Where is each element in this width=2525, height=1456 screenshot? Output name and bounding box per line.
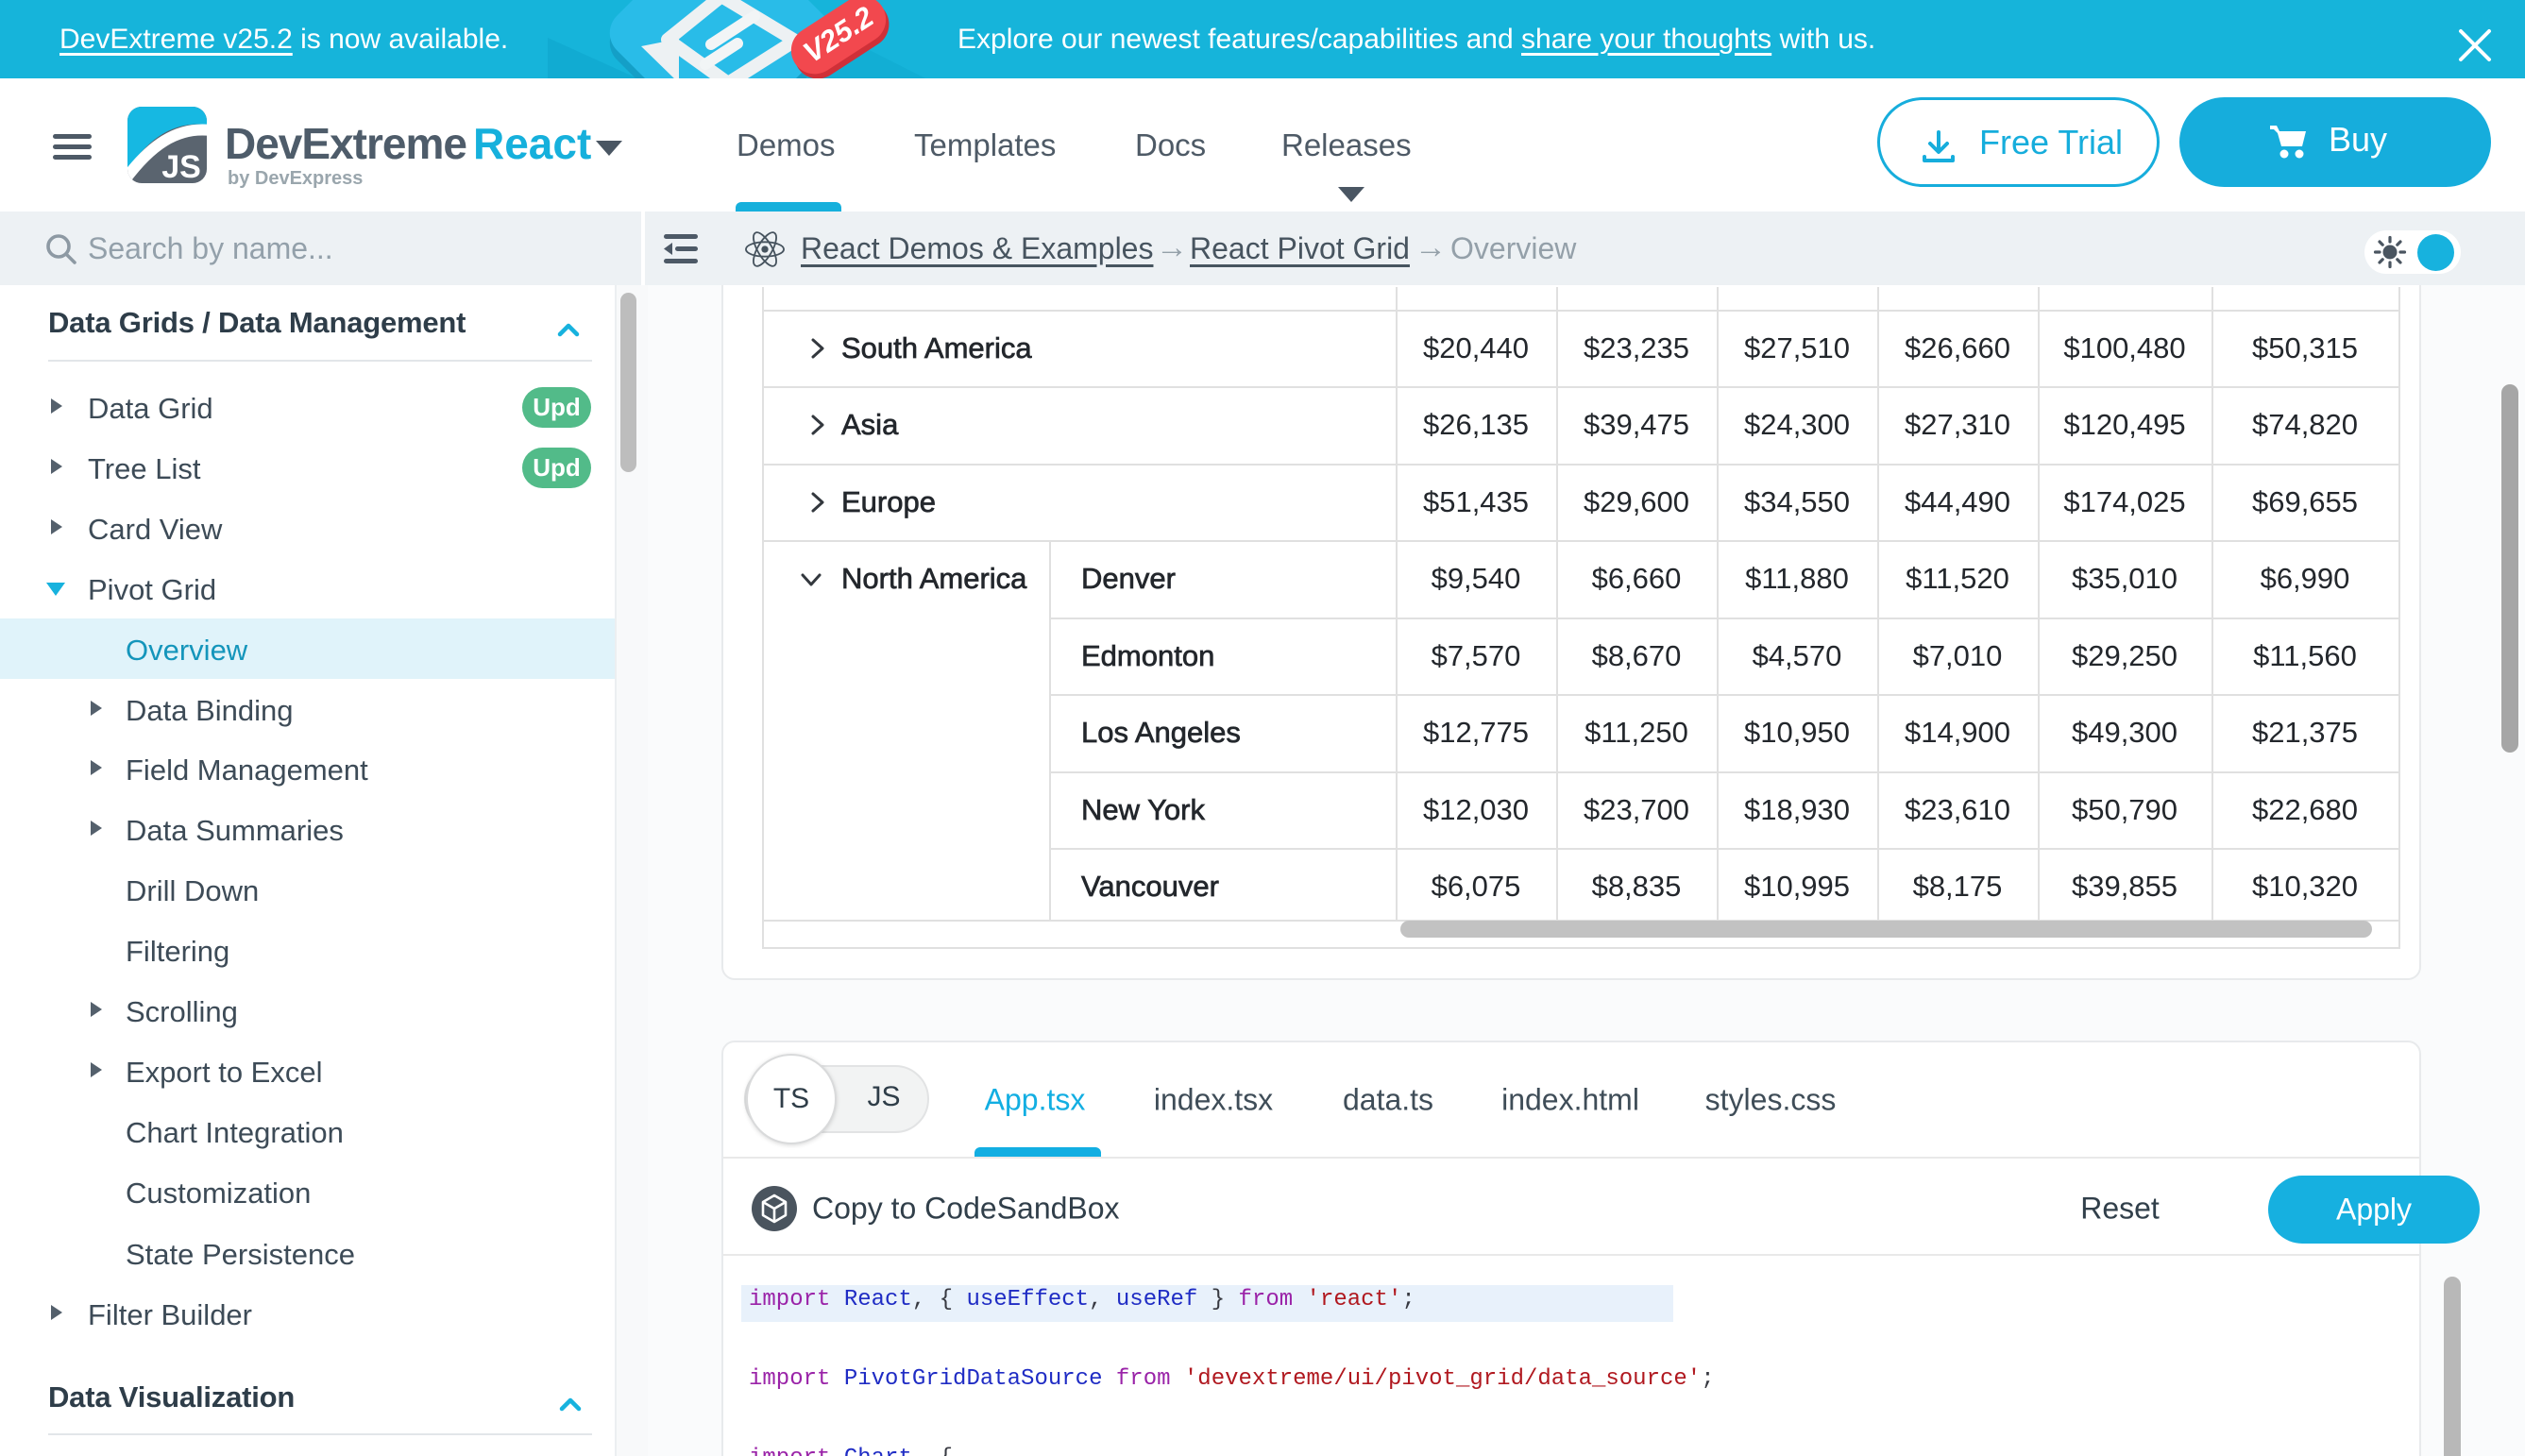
svg-text:JS: JS [161,149,201,183]
